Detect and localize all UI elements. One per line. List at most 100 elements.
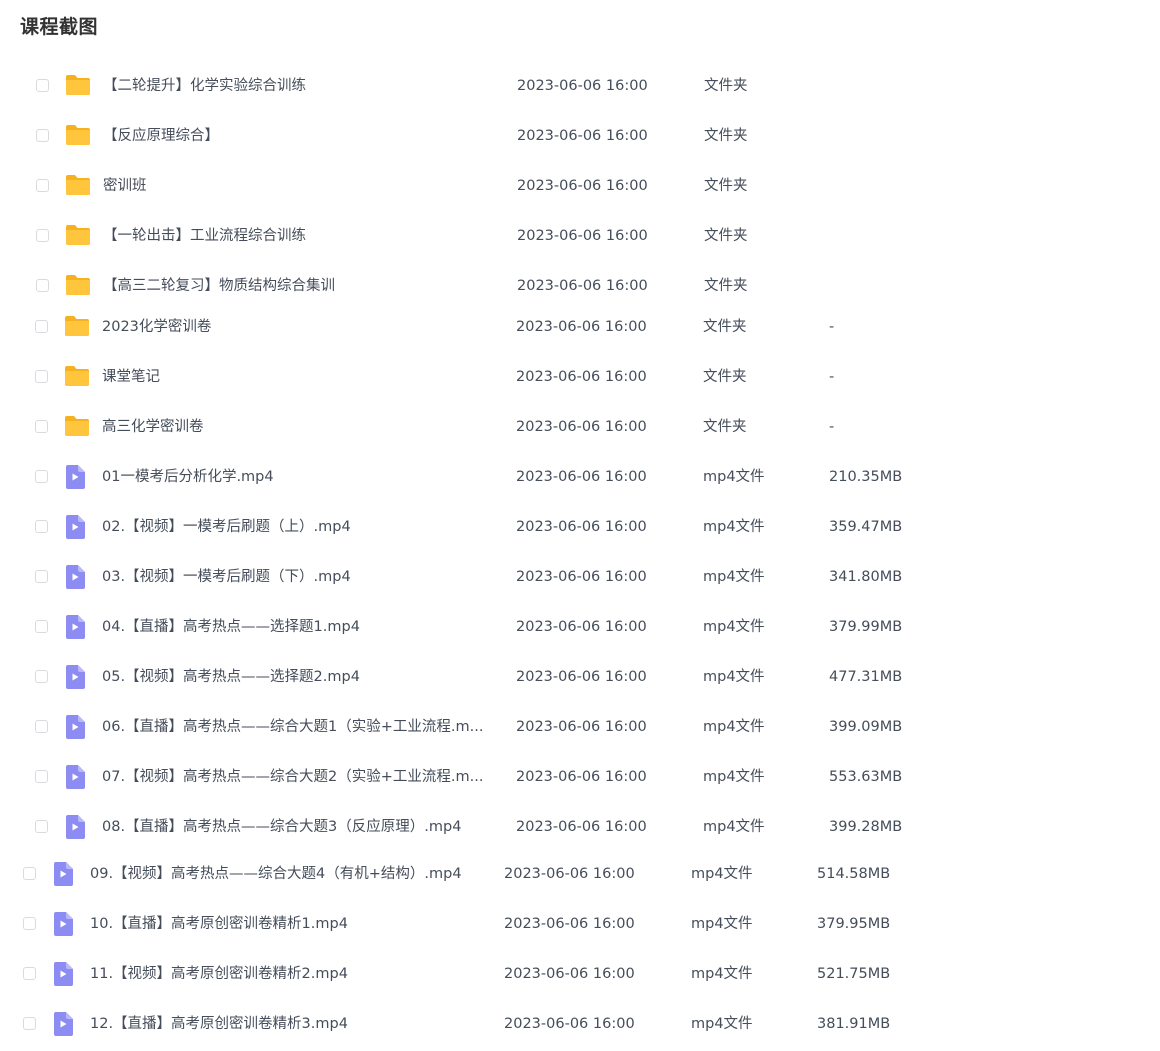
file-name[interactable]: 课堂笔记: [102, 363, 160, 391]
file-type: mp4文件: [703, 569, 765, 585]
file-type: mp4文件: [703, 819, 765, 835]
modified-date: 2023-06-06 16:00: [517, 78, 648, 94]
row-checkbox[interactable]: [36, 179, 49, 192]
file-type: mp4文件: [703, 769, 765, 785]
row-checkbox[interactable]: [35, 820, 48, 833]
row-checkbox[interactable]: [35, 570, 48, 583]
file-name[interactable]: 11.【视频】高考原创密训卷精析2.mp4: [90, 960, 348, 988]
video-file-icon: [64, 765, 90, 789]
video-file-icon: [52, 862, 78, 886]
file-name[interactable]: 07.【视频】高考热点——综合大题2（实验+工业流程.m...: [102, 763, 484, 791]
modified-date: 2023-06-06 16:00: [516, 369, 647, 385]
folder-row[interactable]: 2023化学密训卷 2023-06-06 16:00 文件夹 -: [0, 313, 1000, 341]
modified-date: 2023-06-06 16:00: [517, 128, 648, 144]
file-name[interactable]: 02.【视频】一模考后刷题（上）.mp4: [102, 513, 351, 541]
file-name[interactable]: 【反应原理综合】: [103, 122, 219, 150]
folder-row[interactable]: 课堂笔记 2023-06-06 16:00 文件夹 -: [0, 363, 1000, 391]
file-type: 文件夹: [704, 178, 748, 194]
row-checkbox[interactable]: [35, 320, 48, 333]
folder-row[interactable]: 【反应原理综合】 2023-06-06 16:00 文件夹: [0, 122, 1000, 150]
file-type: mp4文件: [703, 619, 765, 635]
file-size: -: [829, 419, 835, 435]
modified-date: 2023-06-06 16:00: [516, 719, 647, 735]
video-file-icon: [64, 565, 90, 589]
file-type: mp4文件: [691, 966, 753, 982]
modified-date: 2023-06-06 16:00: [516, 569, 647, 585]
file-row[interactable]: 04.【直播】高考热点——选择题1.mp4 2023-06-06 16:00 mp4…: [0, 613, 1000, 641]
row-checkbox[interactable]: [23, 1017, 36, 1030]
modified-date: 2023-06-06 16:00: [516, 819, 647, 835]
file-row[interactable]: 10.【直播】高考原创密训卷精析1.mp4 2023-06-06 16:00 mp4…: [0, 910, 1000, 938]
file-type: 文件夹: [704, 128, 748, 144]
file-name[interactable]: 高三化学密训卷: [102, 413, 204, 441]
file-name[interactable]: 【高三二轮复习】物质结构综合集训: [103, 272, 335, 300]
modified-date: 2023-06-06 16:00: [517, 278, 648, 294]
row-checkbox[interactable]: [35, 670, 48, 683]
file-type: mp4文件: [703, 669, 765, 685]
row-checkbox[interactable]: [36, 129, 49, 142]
file-row[interactable]: 01一模考后分析化学.mp4 2023-06-06 16:00 mp4文件 210.3…: [0, 463, 1000, 491]
folder-row[interactable]: 【高三二轮复习】物质结构综合集训 2023-06-06 16:00 文件夹: [0, 272, 1000, 300]
file-row[interactable]: 06.【直播】高考热点——综合大题1（实验+工业流程.m... 2023-06-0…: [0, 713, 1000, 741]
file-row[interactable]: 03.【视频】一模考后刷题（下）.mp4 2023-06-06 16:00 mp4文…: [0, 563, 1000, 591]
file-size: -: [829, 319, 835, 335]
row-checkbox[interactable]: [35, 420, 48, 433]
file-name[interactable]: 01一模考后分析化学.mp4: [102, 463, 274, 491]
file-row[interactable]: 02.【视频】一模考后刷题（上）.mp4 2023-06-06 16:00 mp4文…: [0, 513, 1000, 541]
file-type: 文件夹: [703, 419, 747, 435]
video-file-icon: [64, 815, 90, 839]
video-file-icon: [64, 715, 90, 739]
file-name[interactable]: 04.【直播】高考热点——选择题1.mp4: [102, 613, 360, 641]
row-checkbox[interactable]: [35, 520, 48, 533]
modified-date: 2023-06-06 16:00: [516, 769, 647, 785]
folder-row[interactable]: 高三化学密训卷 2023-06-06 16:00 文件夹 -: [0, 413, 1000, 441]
file-type: mp4文件: [703, 469, 765, 485]
file-row[interactable]: 07.【视频】高考热点——综合大题2（实验+工业流程.m... 2023-06-0…: [0, 763, 1000, 791]
folder-row[interactable]: 【一轮出击】工业流程综合训练 2023-06-06 16:00 文件夹: [0, 222, 1000, 250]
file-row[interactable]: 08.【直播】高考热点——综合大题3（反应原理）.mp4 2023-06-06 1…: [0, 813, 1000, 841]
folder-row[interactable]: 【二轮提升】化学实验综合训练 2023-06-06 16:00 文件夹: [0, 72, 1000, 100]
file-type: 文件夹: [704, 78, 748, 94]
file-size: 399.28MB: [829, 819, 903, 835]
file-type: 文件夹: [704, 278, 748, 294]
file-row[interactable]: 09.【视频】高考热点——综合大题4（有机+结构）.mp4 2023-06-06 …: [0, 860, 1000, 888]
row-checkbox[interactable]: [35, 370, 48, 383]
file-row[interactable]: 05.【视频】高考热点——选择题2.mp4 2023-06-06 16:00 mp4…: [0, 663, 1000, 691]
file-name[interactable]: 【二轮提升】化学实验综合训练: [103, 72, 306, 100]
file-name[interactable]: 06.【直播】高考热点——综合大题1（实验+工业流程.m...: [102, 713, 484, 741]
video-file-icon: [52, 1012, 78, 1036]
file-name[interactable]: 密训班: [103, 172, 147, 200]
row-checkbox[interactable]: [23, 967, 36, 980]
file-name[interactable]: 05.【视频】高考热点——选择题2.mp4: [102, 663, 360, 691]
row-checkbox[interactable]: [36, 229, 49, 242]
folder-icon: [65, 174, 91, 198]
row-checkbox[interactable]: [36, 279, 49, 292]
file-size: 553.63MB: [829, 769, 903, 785]
file-name[interactable]: 10.【直播】高考原创密训卷精析1.mp4: [90, 910, 348, 938]
folder-icon: [65, 124, 91, 148]
file-name[interactable]: 03.【视频】一模考后刷题（下）.mp4: [102, 563, 351, 591]
file-size: 210.35MB: [829, 469, 903, 485]
row-checkbox[interactable]: [23, 917, 36, 930]
file-row[interactable]: 11.【视频】高考原创密训卷精析2.mp4 2023-06-06 16:00 mp4…: [0, 960, 1000, 988]
row-checkbox[interactable]: [35, 770, 48, 783]
file-name[interactable]: 09.【视频】高考热点——综合大题4（有机+结构）.mp4: [90, 860, 462, 888]
modified-date: 2023-06-06 16:00: [517, 178, 648, 194]
file-name[interactable]: 12.【直播】高考原创密训卷精析3.mp4: [90, 1010, 348, 1038]
file-name[interactable]: 2023化学密训卷: [102, 313, 211, 341]
row-checkbox[interactable]: [36, 79, 49, 92]
file-size: 341.80MB: [829, 569, 903, 585]
modified-date: 2023-06-06 16:00: [517, 228, 648, 244]
folder-icon: [64, 415, 90, 439]
row-checkbox[interactable]: [35, 620, 48, 633]
file-name[interactable]: 08.【直播】高考热点——综合大题3（反应原理）.mp4: [102, 813, 461, 841]
row-checkbox[interactable]: [35, 470, 48, 483]
folder-row[interactable]: 密训班 2023-06-06 16:00 文件夹: [0, 172, 1000, 200]
file-name[interactable]: 【一轮出击】工业流程综合训练: [103, 222, 306, 250]
modified-date: 2023-06-06 16:00: [516, 619, 647, 635]
row-checkbox[interactable]: [23, 867, 36, 880]
row-checkbox[interactable]: [35, 720, 48, 733]
file-size: 399.09MB: [829, 719, 903, 735]
file-row[interactable]: 12.【直播】高考原创密训卷精析3.mp4 2023-06-06 16:00 mp4…: [0, 1010, 1000, 1038]
video-file-icon: [64, 465, 90, 489]
